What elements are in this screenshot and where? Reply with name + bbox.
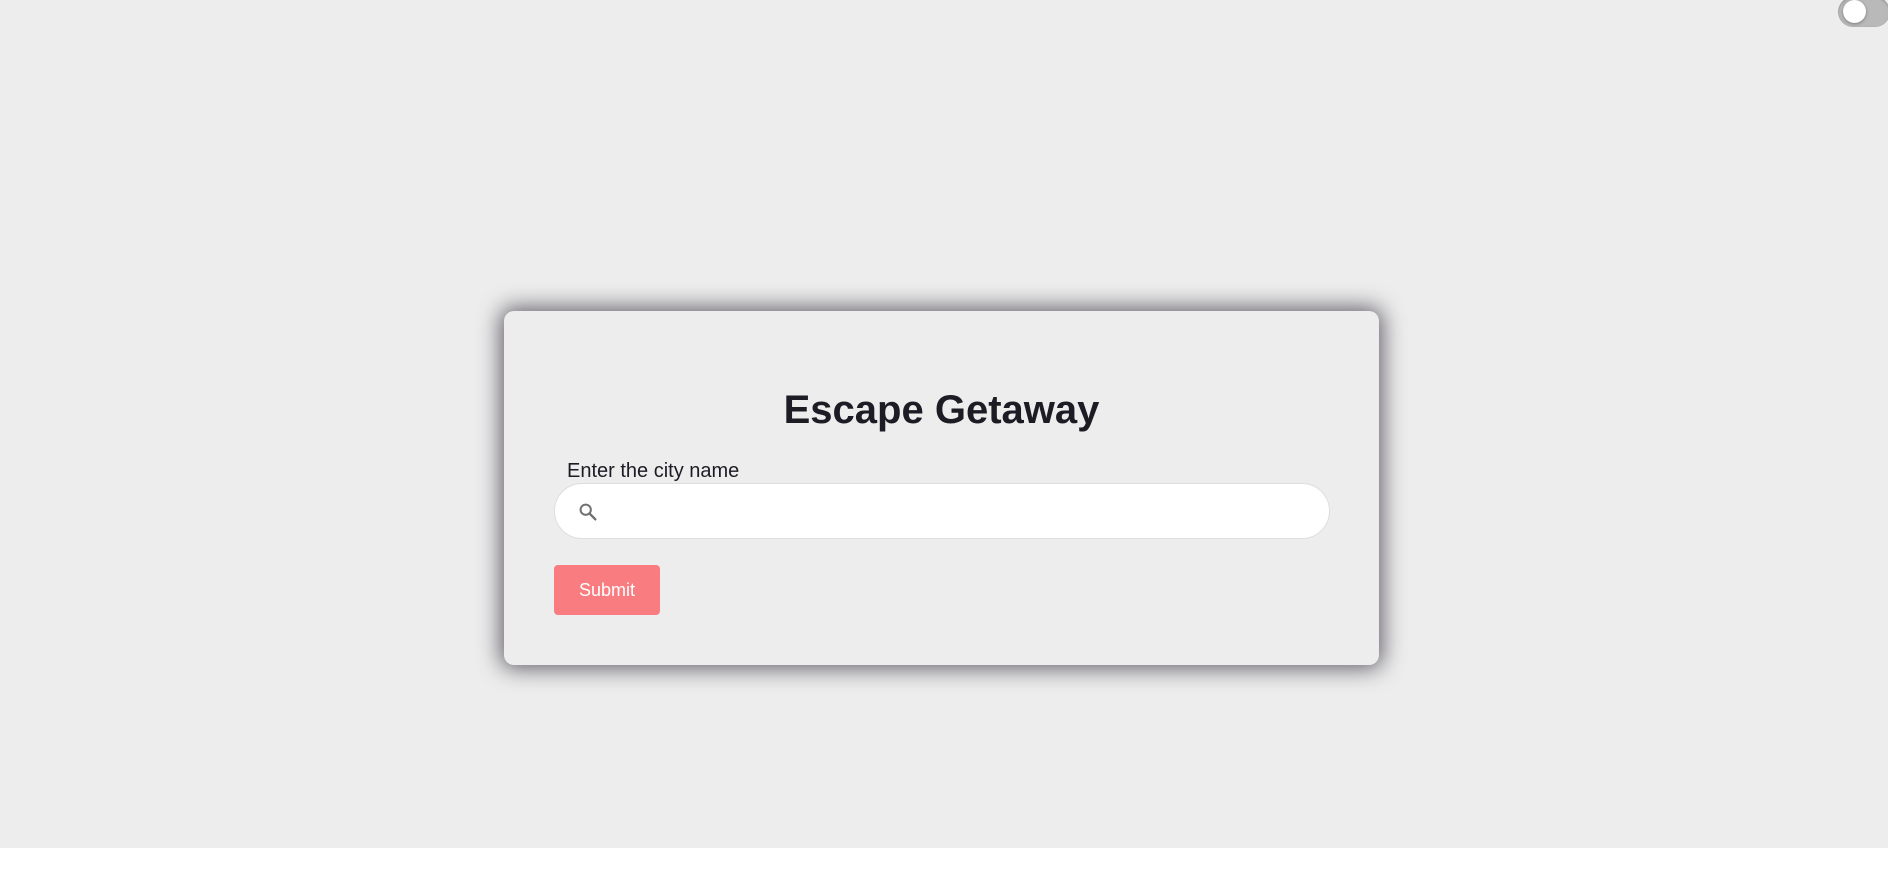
toggle-knob — [1843, 0, 1866, 23]
submit-button[interactable]: Submit — [554, 565, 660, 615]
search-card: Escape Getaway Enter the city name Submi… — [504, 311, 1379, 665]
city-field-label: Enter the city name — [567, 460, 740, 482]
page-footer-strip — [0, 848, 1888, 887]
city-search-box[interactable] — [554, 483, 1330, 540]
theme-toggle-switch[interactable] — [1838, 0, 1888, 27]
city-search-input[interactable] — [613, 484, 1317, 540]
search-icon — [577, 501, 599, 523]
page-title: Escape Getaway — [783, 388, 1100, 432]
